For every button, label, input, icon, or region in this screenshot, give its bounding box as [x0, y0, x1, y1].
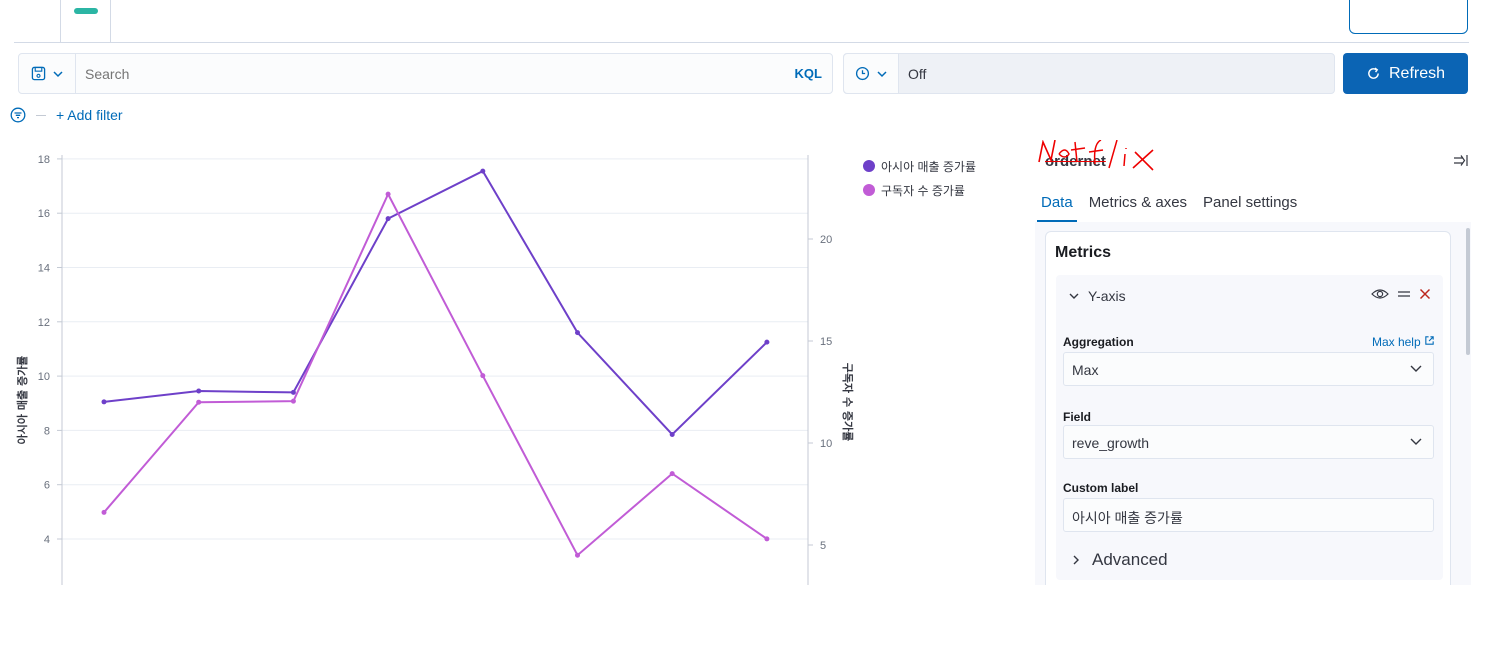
save-icon	[31, 66, 45, 81]
remove-metric-icon[interactable]	[1419, 288, 1431, 300]
tab-data[interactable]: Data	[1037, 190, 1077, 222]
field-select[interactable]: reve_growth	[1063, 425, 1434, 459]
editor-tabs: Data Metrics & axes Panel settings	[1037, 190, 1301, 222]
chart-legend: 아시아 매출 증가률구독자 수 증가률	[863, 154, 976, 202]
metric-label: Y-axis	[1088, 288, 1126, 304]
data-point	[196, 388, 202, 394]
add-filter-button[interactable]: + Add filter	[56, 107, 123, 123]
data-point	[101, 399, 107, 405]
handwritten-annotation-icon	[1038, 140, 1154, 171]
data-point	[196, 399, 202, 405]
top-action-button[interactable]	[1349, 0, 1468, 34]
aggregation-value: Max	[1072, 362, 1099, 378]
divider	[14, 42, 1469, 43]
y-left-tick-label: 12	[38, 317, 50, 329]
chevron-down-icon	[876, 70, 887, 77]
data-point	[480, 373, 486, 379]
legend-swatch	[863, 184, 875, 196]
field-label: Field	[1063, 410, 1092, 424]
data-point	[764, 339, 770, 345]
line-chart: 4 6 8 10 12 14 16 18 5 10 15 20 아시아 매출 증가률 구독자 수 증가률 …	[0, 140, 1020, 590]
custom-label-value: 아시아 매출 증가률	[1072, 510, 1183, 526]
advanced-label: Advanced	[1092, 550, 1168, 569]
quick-menu-button[interactable]	[844, 54, 899, 93]
y-left-tick-label: 6	[44, 480, 50, 492]
query-bar: KQL	[18, 53, 833, 94]
data-point	[764, 536, 770, 542]
data-point	[290, 398, 296, 404]
chevron-down-icon	[1410, 365, 1422, 372]
section-title: Metrics	[1055, 244, 1112, 261]
legend-item[interactable]: 구독자 수 증가률	[863, 178, 976, 202]
y-left-tick-label: 8	[44, 425, 50, 437]
aggregation-help-text: Max help	[1371, 335, 1421, 349]
legend-swatch	[863, 160, 875, 172]
aggregation-select[interactable]: Max	[1063, 352, 1434, 386]
app-logo-icon[interactable]	[74, 8, 98, 14]
chevron-right-icon	[1073, 555, 1079, 565]
divider	[110, 0, 111, 42]
editor-panel: ordernet Data Metrics & axes Panel setti…	[1023, 140, 1471, 585]
collapse-panel-icon[interactable]	[1453, 154, 1469, 168]
y-right-axis-title: 구독자 수 증가률	[841, 363, 855, 442]
divider	[36, 114, 46, 116]
refresh-label: Refresh	[1388, 64, 1446, 82]
external-link-icon	[1425, 336, 1434, 345]
y-left-tick-label: 18	[38, 154, 50, 166]
refresh-button[interactable]: Refresh	[1343, 53, 1468, 94]
series-line-1	[103, 191, 768, 557]
chevron-down-icon	[1069, 293, 1079, 299]
legend-item[interactable]: 아시아 매출 증가률	[863, 154, 976, 178]
chevron-down-icon	[52, 70, 63, 77]
chevron-down-icon	[1410, 438, 1422, 445]
y-right-tick-label: 20	[820, 234, 832, 246]
y-right-tick-label: 15	[820, 336, 832, 348]
aggregation-label: Aggregation	[1063, 335, 1134, 349]
chart-svg: 4 6 8 10 12 14 16 18 5 10 15 20 아시아 매출 증가률 구독자 수 증가률	[15, 154, 855, 585]
y-left-tick-label: 16	[38, 208, 50, 220]
refresh-icon	[1368, 67, 1379, 79]
refresh-interval-picker[interactable]: Off	[843, 53, 1335, 94]
clock-icon	[855, 66, 869, 81]
y-left-tick-label: 14	[38, 263, 50, 275]
y-right-tick-label: 5	[820, 540, 826, 552]
custom-label-label: Custom label	[1063, 481, 1139, 495]
y-left-tick-label: 4	[44, 534, 50, 546]
metric-actions	[1371, 287, 1431, 301]
y-axis-toggle[interactable]: Y-axis	[1068, 288, 1126, 304]
refresh-interval-value: Off	[908, 66, 927, 82]
data-point	[290, 389, 296, 395]
data-point	[480, 168, 486, 174]
series-line-0	[103, 169, 768, 436]
saved-query-button[interactable]	[19, 54, 76, 93]
eye-icon[interactable]	[1371, 287, 1389, 301]
top-bar	[0, 0, 1503, 44]
filter-bar: + Add filter	[10, 104, 123, 126]
legend-label: 아시아 매출 증가률	[881, 159, 976, 174]
aggregation-help-link[interactable]: Max help	[1372, 335, 1435, 349]
field-value: reve_growth	[1072, 435, 1150, 451]
custom-label-input[interactable]: 아시아 매출 증가률	[1063, 498, 1434, 532]
scrollbar[interactable]	[1466, 228, 1470, 355]
data-point	[575, 552, 580, 558]
data-point	[385, 216, 391, 222]
filter-icon[interactable]	[10, 107, 26, 123]
data-point	[669, 431, 675, 437]
data-point	[669, 471, 675, 477]
kql-toggle[interactable]: KQL	[795, 66, 822, 81]
y-right-tick-label: 10	[820, 438, 832, 450]
search-input[interactable]	[79, 54, 769, 93]
divider	[60, 0, 61, 42]
drag-handle-icon[interactable]	[1397, 289, 1411, 299]
tab-metrics-axes[interactable]: Metrics & axes	[1085, 190, 1191, 222]
data-point	[385, 191, 391, 197]
y-left-tick-label: 10	[38, 371, 50, 383]
tab-panel-settings[interactable]: Panel settings	[1199, 190, 1301, 222]
y-axis-accordion: Y-axis Aggregation Max help Max Field re…	[1056, 275, 1443, 580]
y-left-axis-title: 아시아 매출 증가률	[15, 356, 29, 445]
legend-label: 구독자 수 증가률	[881, 183, 965, 198]
advanced-toggle[interactable]: Advanced	[1070, 550, 1168, 570]
data-point	[101, 509, 107, 515]
data-point	[575, 330, 580, 336]
